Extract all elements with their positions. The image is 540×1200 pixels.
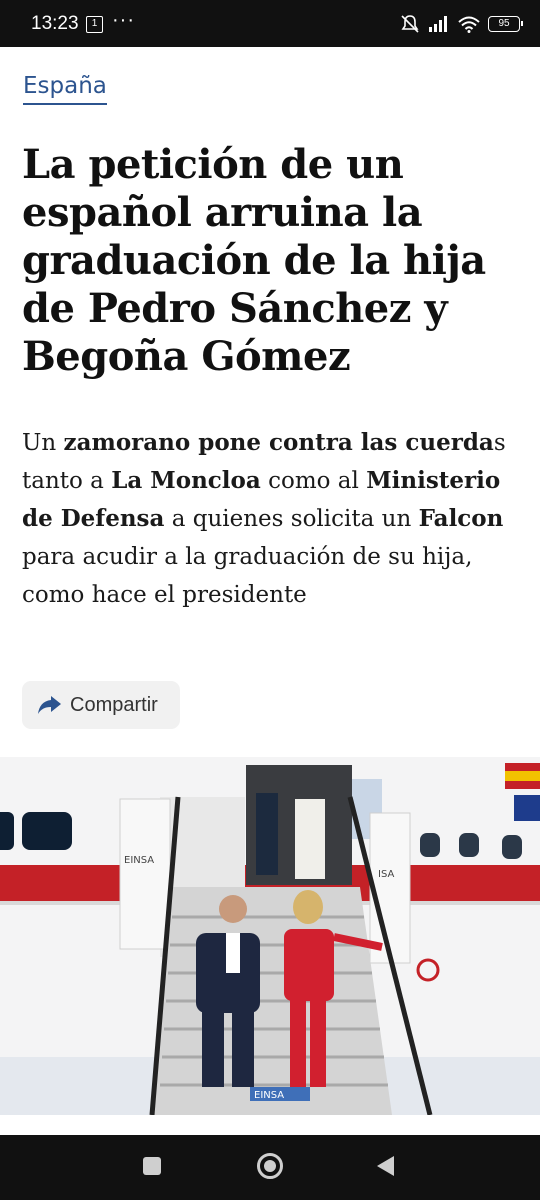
back-icon[interactable] [377,1156,394,1176]
subtitle-text: como al [260,468,367,494]
plane-label-left: EINSA [124,855,154,866]
subtitle-text: para acudir a la graduación de su hija, … [22,544,473,608]
home-icon[interactable] [257,1153,283,1179]
wifi-icon [458,16,480,33]
more-icon: ··· [112,9,135,31]
article-photo: EINSA ISA EINSA [0,757,540,1115]
recent-apps-icon[interactable] [143,1157,161,1175]
section-link[interactable]: España [23,71,107,105]
status-icons: 95 [400,12,523,36]
subtitle-text: Un [22,430,64,456]
subtitle-bold: zamorano pone contra las cuerda [63,429,494,456]
headline: La petición de un español arruina la gra… [22,141,486,380]
next-content-peek [0,1115,540,1137]
status-time: 13:23 [31,13,79,34]
sim-card-icon: 1 [86,16,103,33]
share-label: Compartir [70,693,158,716]
plane-label-right: ISA [378,869,394,880]
battery-icon: 95 [488,16,523,32]
subtitle-text: a quienes solicita un [164,506,419,532]
status-bar: 13:23 1 ··· 95 [0,0,540,47]
stair-label: EINSA [254,1090,284,1101]
subtitle-bold: La Moncloa [111,467,261,494]
share-arrow-icon [38,696,61,714]
photo-illustration: EINSA ISA EINSA [0,757,540,1115]
signal-icon [429,16,447,32]
muted-bell-icon [401,15,419,33]
subtitle: Un zamorano pone contra las cuerdas tant… [22,424,522,614]
subtitle-bold: Falcon [418,505,504,532]
share-button[interactable]: Compartir [22,681,180,729]
